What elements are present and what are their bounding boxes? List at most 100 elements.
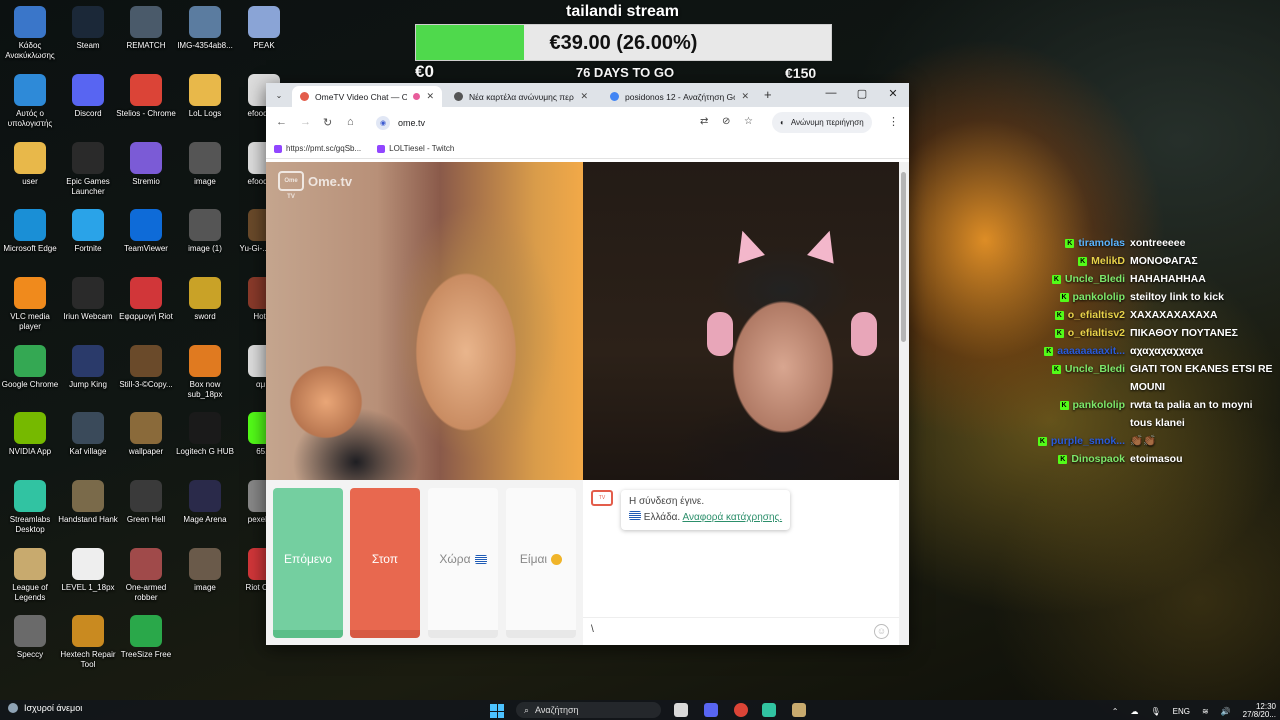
- desktop-shortcut[interactable]: Speccy: [0, 615, 60, 660]
- chrome-taskbar-icon[interactable]: [734, 703, 748, 717]
- desktop-shortcut[interactable]: Iriun Webcam: [58, 277, 118, 322]
- desktop-shortcut[interactable]: image: [175, 548, 235, 593]
- speccy-icon: [14, 615, 46, 647]
- kick-badge-icon: K: [1078, 256, 1088, 266]
- language-indicator[interactable]: ENG: [1173, 707, 1190, 716]
- chevron-up-icon[interactable]: ⌃: [1112, 707, 1119, 716]
- chat-message: K Uncle_Bledi GIATI TON EKANES ETSI RE MOU…: [1030, 360, 1275, 396]
- maximize-icon[interactable]: ▢: [853, 87, 871, 100]
- desktop-shortcut[interactable]: Green Hell: [116, 480, 176, 525]
- minimize-icon[interactable]: —: [822, 87, 840, 99]
- incognito-badge[interactable]: ◐ Ανώνυμη περιήγηση: [772, 112, 872, 133]
- file-explorer-icon[interactable]: [674, 703, 688, 717]
- kick-badge-icon: K: [1058, 454, 1068, 464]
- network-icon[interactable]: ☁: [1130, 707, 1138, 716]
- desktop-shortcut[interactable]: image: [175, 142, 235, 187]
- desktop-shortcut[interactable]: Stelios - Chrome: [116, 74, 176, 119]
- desktop-shortcut[interactable]: Stremio: [116, 142, 176, 187]
- wifi-icon[interactable]: ≋: [1202, 707, 1209, 716]
- desktop-shortcut[interactable]: Logitech G HUB: [175, 412, 235, 457]
- bookmark-link[interactable]: https://pmt.sc/gqSb...: [274, 144, 361, 153]
- sword-icon: [189, 277, 221, 309]
- close-icon[interactable]: ✕: [580, 91, 588, 102]
- discord-taskbar-icon[interactable]: [704, 703, 718, 717]
- desktop-shortcut[interactable]: NVIDIA App: [0, 412, 60, 457]
- desktop-shortcut[interactable]: PEAK: [234, 6, 294, 51]
- home-icon[interactable]: ⌂: [347, 116, 354, 128]
- country-button[interactable]: Χώρα: [428, 488, 498, 638]
- next-button[interactable]: Επόμενο: [273, 488, 343, 638]
- emoji-picker-icon[interactable]: ☺: [874, 624, 889, 639]
- chat-username: purple_smok...: [1050, 435, 1125, 447]
- tab-ometv[interactable]: OmeTV Video Chat — Ome ✕: [292, 86, 442, 107]
- desktop-shortcut[interactable]: Εφαρμογή Riot: [116, 277, 176, 322]
- lol-taskbar-icon[interactable]: [792, 703, 806, 717]
- bookmark-twitch[interactable]: LOLTiesel - Twitch: [377, 144, 454, 153]
- desktop-shortcut[interactable]: Still-3-©Copy...: [116, 345, 176, 390]
- site-info-icon[interactable]: ◉: [376, 116, 390, 130]
- tab-google-search[interactable]: posidonos 12 - Αναζήτηση Go ✕: [602, 86, 757, 107]
- stremio-icon: [130, 142, 162, 174]
- desktop-shortcut[interactable]: Kaf village: [58, 412, 118, 457]
- tab-incognito-new[interactable]: Νέα καρτέλα ανώνυμης περιή ✕: [446, 86, 596, 107]
- scrollbar-thumb[interactable]: [901, 172, 906, 342]
- desktop-shortcut[interactable]: LoL Logs: [175, 74, 235, 119]
- menu-icon[interactable]: ⋮: [888, 115, 899, 128]
- stop-button[interactable]: Στοπ: [350, 488, 420, 638]
- desktop-shortcut[interactable]: REMATCH: [116, 6, 176, 51]
- message-input[interactable]: \ ☺: [583, 617, 899, 645]
- desktop-shortcut[interactable]: Κάδος Ανακύκλωσης: [0, 6, 60, 61]
- twitch-icon: [377, 144, 386, 153]
- weather-widget[interactable]: Ισχυροί άνεμοι: [8, 703, 82, 713]
- desktop-shortcut[interactable]: Box now sub_18px: [175, 345, 235, 400]
- close-icon[interactable]: ✕: [426, 91, 434, 102]
- desktop-shortcut[interactable]: VLC media player: [0, 277, 60, 332]
- forward-icon[interactable]: →: [300, 116, 311, 128]
- desktop-shortcut[interactable]: sword: [175, 277, 235, 322]
- chat-message: Kpurple_smok... 👏🏾👏🏾: [1030, 432, 1275, 450]
- new-tab-button[interactable]: +: [764, 87, 772, 102]
- desktop-shortcut[interactable]: TreeSize Free: [116, 615, 176, 660]
- desktop-shortcut[interactable]: LEVEL 1_18px: [58, 548, 118, 593]
- desktop-shortcut[interactable]: League of Legends: [0, 548, 60, 603]
- bookmark-star-icon[interactable]: ☆: [744, 116, 753, 127]
- game-icon: [130, 6, 162, 38]
- desktop-shortcut[interactable]: TeamViewer: [116, 209, 176, 254]
- translate-icon[interactable]: ⇄: [700, 116, 708, 127]
- page-scrollbar[interactable]: [899, 162, 909, 645]
- image-file-icon: [189, 345, 221, 377]
- taskbar-search[interactable]: ⌕ Αναζήτηση: [516, 702, 661, 718]
- desktop-shortcut[interactable]: Steam: [58, 6, 118, 51]
- desktop-shortcut[interactable]: One-armed robber: [116, 548, 176, 603]
- desktop-shortcut[interactable]: Microsoft Edge: [0, 209, 60, 254]
- chat-user: Ko_efialtisv2: [1030, 324, 1130, 342]
- tab-search-button[interactable]: ⌄: [270, 86, 288, 104]
- gender-button[interactable]: Είμαι: [506, 488, 576, 638]
- desktop-shortcut[interactable]: wallpaper: [116, 412, 176, 457]
- close-icon[interactable]: ✕: [741, 91, 749, 102]
- report-abuse-link[interactable]: Αναφορά κατάχρησης.: [682, 512, 782, 523]
- desktop-shortcut[interactable]: Google Chrome: [0, 345, 60, 390]
- desktop-shortcut[interactable]: Jump King: [58, 345, 118, 390]
- desktop-shortcut[interactable]: Streamlabs Desktop: [0, 480, 60, 535]
- desktop-shortcut[interactable]: Mage Arena: [175, 480, 235, 525]
- desktop-shortcut[interactable]: Epic Games Launcher: [58, 142, 118, 197]
- volume-icon[interactable]: 🔊: [1221, 707, 1231, 716]
- desktop-shortcut[interactable]: user: [0, 142, 60, 187]
- start-button[interactable]: [490, 704, 504, 718]
- desktop-shortcut[interactable]: Fortnite: [58, 209, 118, 254]
- close-window-icon[interactable]: ✕: [884, 87, 902, 100]
- streamlabs-taskbar-icon[interactable]: [762, 703, 776, 717]
- mic-icon[interactable]: 🎙: [1150, 707, 1160, 716]
- eye-off-icon[interactable]: ⊘: [722, 116, 730, 127]
- desktop-shortcut[interactable]: Discord: [58, 74, 118, 119]
- desktop-shortcut[interactable]: IMG-4354ab8...: [175, 6, 235, 51]
- tab-title: OmeTV Video Chat — Ome: [315, 91, 408, 102]
- desktop-shortcut[interactable]: Αυτός ο υπολογιστής: [0, 74, 60, 129]
- desktop-shortcut[interactable]: image (1): [175, 209, 235, 254]
- back-icon[interactable]: ←: [276, 116, 287, 128]
- desktop-shortcut[interactable]: Handstand Hank: [58, 480, 118, 525]
- clock[interactable]: 12:30 27/8/20...: [1243, 703, 1276, 719]
- reload-icon[interactable]: ↻: [323, 116, 332, 129]
- desktop-shortcut[interactable]: Hextech Repair Tool: [58, 615, 118, 670]
